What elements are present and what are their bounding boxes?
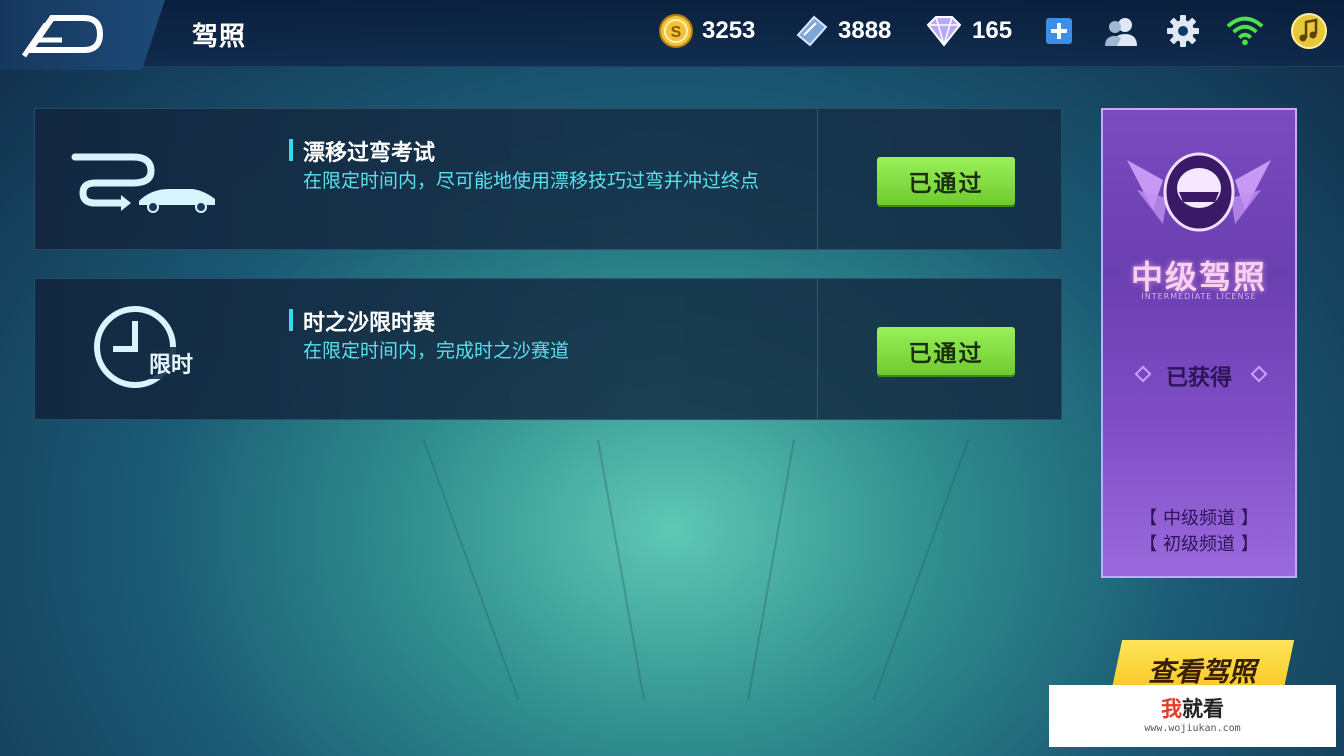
channel-item: 【 初级频道 】 bbox=[1139, 534, 1259, 555]
gold-coin-counter[interactable]: S 3253 bbox=[658, 12, 755, 50]
back-button[interactable] bbox=[0, 0, 165, 70]
test-description: 在限定时间内，尽可能地使用漂移技巧过弯并冲过终点 bbox=[303, 170, 760, 192]
test-description: 在限定时间内，完成时之沙赛道 bbox=[303, 340, 570, 362]
license-subtitle: INTERMEDIATE LICENSE bbox=[1141, 292, 1257, 301]
channel-item: 【 中级频道 】 bbox=[1139, 508, 1259, 529]
top-bar: 驾照 S 3253 3888 165 bbox=[0, 0, 1344, 70]
add-currency-button[interactable] bbox=[1040, 12, 1078, 50]
watermark: 我就看 www.wojiukan.com bbox=[1049, 685, 1336, 747]
plus-icon bbox=[1046, 18, 1072, 44]
drift-car-icon bbox=[65, 129, 225, 229]
game-logo-back-icon bbox=[22, 15, 104, 58]
passed-button[interactable]: 已通过 bbox=[877, 327, 1015, 375]
ticket-icon bbox=[796, 15, 828, 47]
page-title: 驾照 bbox=[192, 22, 247, 52]
divider bbox=[817, 109, 818, 249]
friends-icon bbox=[1105, 18, 1137, 46]
test-title: 时之沙限时赛 bbox=[303, 311, 436, 336]
gold-coin-icon: S bbox=[659, 14, 693, 48]
svg-text:S: S bbox=[671, 24, 682, 41]
music-icon bbox=[1291, 13, 1327, 49]
gear-icon bbox=[1167, 15, 1199, 47]
title-accent-bar bbox=[289, 309, 293, 331]
network-status bbox=[1226, 12, 1264, 50]
title-accent-bar bbox=[289, 139, 293, 161]
divider bbox=[817, 279, 818, 419]
timed-race-icon-label: 限时 bbox=[147, 347, 196, 379]
passed-button[interactable]: 已通过 bbox=[877, 157, 1015, 205]
ticket-counter[interactable]: 3888 bbox=[794, 12, 891, 50]
watermark-url: www.wojiukan.com bbox=[1144, 723, 1241, 734]
floor-line bbox=[747, 440, 795, 700]
diamond-count: 165 bbox=[972, 17, 1013, 44]
license-status: 已获得 bbox=[1165, 366, 1232, 391]
helmet-emblem-icon bbox=[1127, 152, 1271, 232]
floor-line bbox=[597, 440, 645, 700]
diamond-icon bbox=[926, 16, 962, 47]
music-button[interactable] bbox=[1290, 12, 1328, 50]
wifi-icon bbox=[1226, 16, 1264, 46]
friends-button[interactable] bbox=[1102, 12, 1140, 50]
diamond-counter[interactable]: 165 bbox=[924, 12, 1012, 50]
timed-race-icon: 限时 bbox=[65, 299, 225, 399]
test-card-drift: 漂移过弯考试 在限定时间内，尽可能地使用漂移技巧过弯并冲过终点 已通过 bbox=[34, 108, 1062, 250]
test-card-timed: 限时 时之沙限时赛 在限定时间内，完成时之沙赛道 已通过 bbox=[34, 278, 1062, 420]
license-card[interactable]: 中级驾照 INTERMEDIATE LICENSE 已获得 【 中级频道 】 【… bbox=[1101, 108, 1297, 578]
ticket-count: 3888 bbox=[838, 17, 892, 44]
settings-button[interactable] bbox=[1164, 12, 1202, 50]
floor-line bbox=[872, 440, 970, 700]
gold-coin-count: 3253 bbox=[702, 17, 756, 44]
watermark-brand: 我就看 bbox=[1161, 697, 1224, 721]
floor-line bbox=[422, 440, 520, 700]
test-title: 漂移过弯考试 bbox=[303, 141, 436, 166]
